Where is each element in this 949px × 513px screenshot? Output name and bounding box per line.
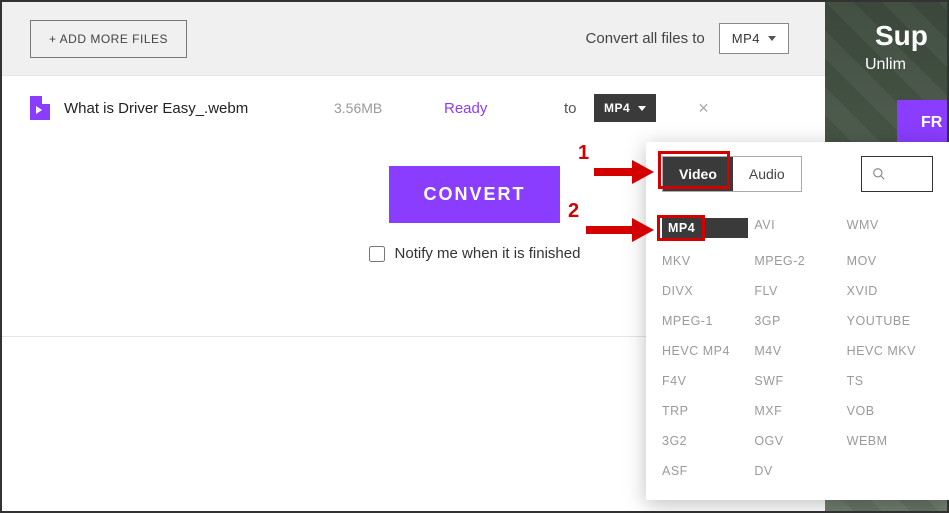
format-option[interactable]: HEVC MP4 (662, 344, 748, 358)
format-grid: MP4 AVI WMV MKV MPEG-2 MOV DIVX FLV XVID… (662, 218, 933, 478)
format-option-mp4[interactable]: MP4 (662, 218, 748, 238)
format-option[interactable]: 3GP (754, 314, 840, 328)
file-format-value: MP4 (604, 101, 630, 115)
search-icon (872, 167, 886, 181)
global-format-select[interactable]: MP4 (719, 23, 789, 54)
format-option[interactable]: MPEG-2 (754, 254, 840, 268)
promo-title: Sup (825, 20, 947, 52)
annotation-arrow-2 (586, 218, 656, 242)
format-option[interactable]: XVID (847, 284, 933, 298)
video-file-icon (30, 96, 50, 120)
format-option[interactable]: VOB (847, 404, 933, 418)
format-option[interactable]: DIVX (662, 284, 748, 298)
format-option[interactable]: SWF (754, 374, 840, 388)
convert-button[interactable]: CONVERT (389, 166, 559, 223)
format-option[interactable]: HEVC MKV (847, 344, 933, 358)
promo-subtitle: Unlim (825, 56, 947, 74)
format-option[interactable]: WEBM (847, 434, 933, 448)
format-option[interactable]: TRP (662, 404, 748, 418)
format-option[interactable]: MKV (662, 254, 748, 268)
format-dropdown-header: Video Audio (662, 156, 933, 192)
chevron-down-icon (768, 36, 776, 41)
format-option[interactable]: MOV (847, 254, 933, 268)
annotation-arrow-1 (594, 160, 654, 184)
format-option[interactable]: TS (847, 374, 933, 388)
format-option[interactable]: 3G2 (662, 434, 748, 448)
convert-all-label: Convert all files to (586, 30, 705, 47)
format-option[interactable]: WMV (847, 218, 933, 238)
format-dropdown-panel: Video Audio MP4 AVI WMV MKV MPEG-2 MOV D… (646, 142, 949, 500)
annotation-number-2: 2 (568, 200, 579, 223)
file-size: 3.56MB (334, 100, 444, 116)
format-option[interactable]: AVI (754, 218, 840, 238)
notify-checkbox[interactable] (369, 246, 385, 262)
remove-file-button[interactable]: × (698, 98, 709, 119)
file-name: What is Driver Easy_.webm (64, 100, 334, 117)
tab-video[interactable]: Video (663, 157, 733, 191)
format-option[interactable]: OGV (754, 434, 840, 448)
format-search-input[interactable] (861, 156, 933, 192)
global-format-value: MP4 (732, 31, 760, 46)
annotation-number-1: 1 (578, 142, 589, 165)
format-option[interactable]: MXF (754, 404, 840, 418)
file-to-label: to (564, 100, 594, 117)
convert-all-control: Convert all files to MP4 (586, 23, 789, 54)
top-toolbar: + ADD MORE FILES Convert all files to MP… (2, 2, 947, 76)
tab-audio[interactable]: Audio (733, 157, 801, 191)
chevron-down-icon (638, 106, 646, 111)
format-option[interactable]: FLV (754, 284, 840, 298)
add-more-files-button[interactable]: + ADD MORE FILES (30, 20, 187, 58)
format-option[interactable]: F4V (662, 374, 748, 388)
format-option[interactable]: YOUTUBE (847, 314, 933, 328)
file-status: Ready (444, 100, 564, 117)
format-option[interactable]: DV (754, 464, 840, 478)
file-format-select[interactable]: MP4 (594, 94, 656, 122)
format-option[interactable]: MPEG-1 (662, 314, 748, 328)
format-option[interactable]: ASF (662, 464, 748, 478)
file-row: What is Driver Easy_.webm 3.56MB Ready t… (2, 76, 947, 140)
promo-button[interactable]: FR (897, 100, 947, 146)
format-type-tabs: Video Audio (662, 156, 802, 192)
notify-label: Notify me when it is finished (395, 245, 581, 262)
format-option[interactable]: M4V (754, 344, 840, 358)
